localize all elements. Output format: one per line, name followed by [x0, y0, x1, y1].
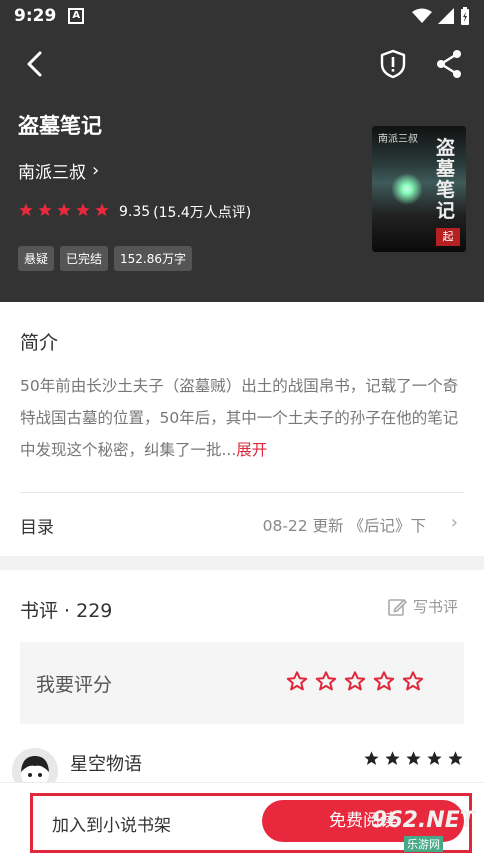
star-icon [447, 750, 464, 771]
chevron-right-icon: › [92, 160, 100, 181]
write-review-button[interactable]: 写书评 [387, 596, 458, 617]
report-button[interactable] [378, 48, 408, 80]
notification-icon: A [68, 8, 85, 24]
reviews-heading: 书评 · 229 [20, 600, 113, 622]
star-outline-icon[interactable] [402, 670, 424, 696]
status-time: 9:29 [14, 6, 57, 26]
edit-icon [388, 598, 407, 616]
star-outline-icon[interactable] [286, 670, 308, 696]
star-icon [75, 202, 91, 222]
star-outline-icon[interactable] [344, 670, 366, 696]
cover-art [392, 172, 422, 206]
toc-row[interactable]: 目录 08-22 更新 《后记》下 › [0, 494, 484, 556]
star-icon [56, 202, 72, 222]
cover-author: 南派三叔 [378, 134, 418, 145]
chevron-left-icon [27, 51, 42, 77]
tag-status: 已完结 [60, 246, 109, 271]
toc-update-info: 08-22 更新 《后记》下 [262, 517, 426, 535]
star-icon [37, 202, 53, 222]
reviewer-name: 星空物语 [70, 754, 142, 775]
star-icon [405, 750, 422, 771]
tag-genre: 悬疑 [18, 246, 55, 271]
star-outline-icon[interactable] [315, 670, 337, 696]
star-icon [363, 750, 380, 771]
status-bar: 9:29 A [0, 0, 484, 32]
intro-text: 50年前由长沙土夫子（盗墓贼）出土的战国帛书，记载了一个奇特战国古墓的位置，50… [20, 370, 466, 466]
rating-count: (15.4万人点评) [153, 205, 252, 221]
share-icon [437, 50, 461, 78]
wifi-icon [412, 8, 432, 23]
review-stars [363, 750, 464, 771]
divider [20, 492, 464, 493]
back-button[interactable] [22, 48, 50, 80]
watermark-sub: 乐游网 [404, 836, 443, 852]
share-button[interactable] [434, 48, 464, 80]
watermark-logo: 962.NET [372, 808, 475, 833]
book-cover[interactable]: 南派三叔 盗墓笔记 起 [372, 126, 466, 252]
star-outline-icon[interactable] [373, 670, 395, 696]
star-icon [384, 750, 401, 771]
star-icon [18, 202, 34, 222]
rating-row: 9.35 (15.4万人点评) [18, 202, 251, 222]
star-icon [94, 202, 110, 222]
write-review-label: 写书评 [412, 598, 458, 616]
shield-alert-icon [380, 49, 406, 79]
signal-icon [438, 8, 454, 24]
add-to-shelf-button[interactable]: 加入到小说书架 [52, 811, 171, 836]
rate-box: 我要评分 [20, 642, 464, 724]
book-header: 9:29 A 盗墓笔记 南派三叔 › 9.35 (15.4万人点评) 悬疑 已完… [0, 0, 484, 302]
tag-wordcount: 152.86万字 [114, 246, 193, 271]
book-title: 盗墓笔记 [18, 114, 102, 138]
chevron-right-icon: › [450, 512, 458, 533]
rate-stars [286, 670, 424, 696]
status-indicators [412, 7, 470, 25]
author-link[interactable]: 南派三叔 › [18, 158, 99, 183]
battery-icon [461, 7, 469, 25]
cover-title: 盗墓笔记 [436, 137, 456, 222]
tag-list: 悬疑 已完结 152.86万字 [18, 246, 193, 271]
intro-heading: 简介 [20, 332, 59, 354]
rate-prompt: 我要评分 [36, 674, 113, 696]
toc-label: 目录 [20, 518, 54, 538]
expand-link[interactable]: 展开 [236, 441, 267, 459]
author-name: 南派三叔 [18, 163, 86, 183]
rating-score: 9.35 [119, 204, 151, 220]
cover-seal: 起 [436, 228, 460, 246]
star-icon [426, 750, 443, 771]
intro-section: 简介 50年前由长沙土夫子（盗墓贼）出土的战国帛书，记载了一个奇特战国古墓的位置… [0, 302, 484, 556]
